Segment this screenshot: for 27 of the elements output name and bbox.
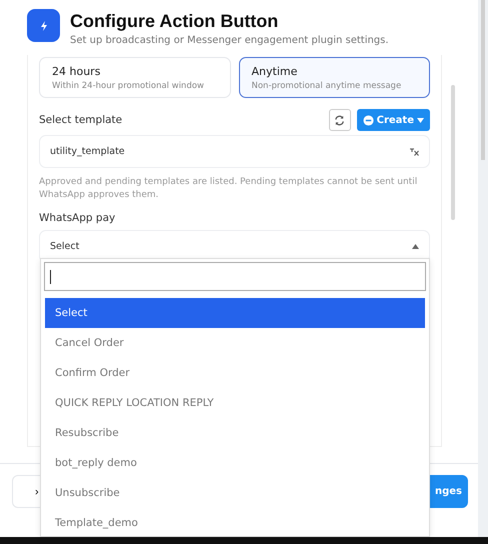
field-label: Select template [39,114,122,126]
scrollbar[interactable] [481,0,485,160]
dropdown-option[interactable]: bot_reply demo [45,448,425,478]
message-window-option[interactable]: Anytime Non-promotional anytime message [238,57,430,98]
dialog-title: Configure Action Button [70,11,280,32]
scrollbar[interactable] [451,85,455,220]
dropdown-option[interactable]: Template_demo [45,508,425,538]
dialog-subtitle: Set up broadcasting or Messenger engagement plugin settings. [70,35,389,46]
minus-circle-icon [362,114,374,126]
message-window-option[interactable]: 24 hours Within 24-hour promotional window [39,57,230,98]
help-text: Approved and pending templates are listed. Pending templates cannot be sent until WhatsApp approves them. [39,176,418,202]
field-label: WhatsApp pay [39,212,116,224]
dropdown-option[interactable]: Confirm Order [45,358,425,388]
dropdown-option[interactable]: Select [45,298,425,328]
refresh-button[interactable] [328,109,351,131]
refresh-icon [334,114,346,126]
create-button[interactable]: Create [356,109,430,131]
search-field[interactable] [44,262,426,291]
dropdown-option[interactable]: Unsubscribe [45,478,425,508]
caret-icon [412,244,419,249]
lightning-icon [27,9,60,42]
dropdown-option[interactable]: QUICK REPLY LOCATION REPLY [45,388,425,418]
template-select[interactable]: utility_template [39,135,430,168]
caret-icon [417,118,424,122]
dropdown-option[interactable]: Cancel Order [45,328,425,358]
dropdown-option[interactable]: Resubscribe [45,418,425,448]
clear-icon[interactable] [410,148,419,156]
